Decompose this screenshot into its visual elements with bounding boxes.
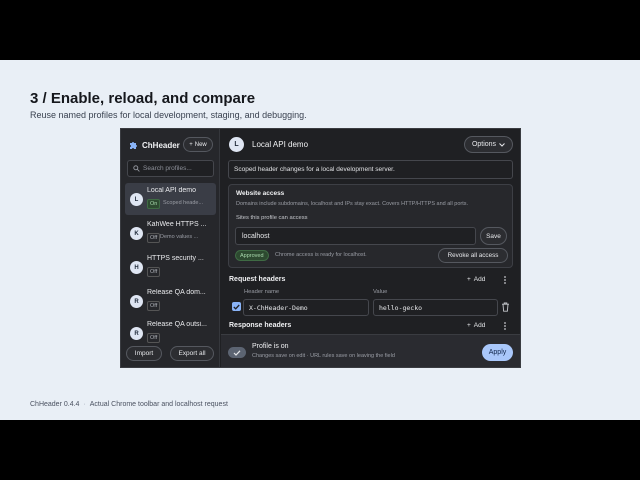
plus-icon: + [467,276,471,283]
letterbox-top [0,0,640,60]
host-input[interactable]: localhost [235,227,476,245]
profile-name: Local API demo [147,187,197,194]
export-all-button[interactable]: Export all [170,346,214,361]
description-field[interactable]: Scoped header changes for a local develo… [228,160,513,179]
profile-status-subtitle: Changes save on edit · URL rules save on… [252,353,395,359]
add-request-header-button[interactable]: + Add [467,276,485,283]
import-button[interactable]: Import [126,346,162,361]
brand: ChHeader [128,140,180,150]
profile-item-https-security[interactable]: H HTTPS security ... Off [125,251,216,283]
avatar: L [130,193,143,206]
letterbox-bottom [0,420,640,480]
website-access-panel: Website access Domains include subdomain… [228,184,513,268]
profile-description: Scoped heade... [163,200,204,206]
footer-version: ChHeader 0.4.4 [30,401,80,408]
approved-badge: Approved [235,250,269,261]
trash-icon[interactable] [501,302,510,312]
revoke-all-access-button[interactable]: Revoke all access [438,248,508,263]
extension-popup: ChHeader + New Search profiles... L Loca… [120,128,521,368]
slide: 3 / Enable, reload, and compare Reuse na… [0,60,640,420]
check-icon [233,304,240,310]
new-profile-button[interactable]: + New [183,137,213,152]
status-badge: On [147,199,161,209]
search-input[interactable]: Search profiles... [127,160,214,177]
save-button[interactable]: Save [480,227,507,245]
more-vert-icon[interactable] [502,321,508,331]
plus-icon: + [467,322,471,329]
status-badge: Off [147,301,161,311]
profile-name: Release QA dom... [147,289,206,296]
profile-item-release-qa-outside[interactable]: R Release QA outsi... Off [125,317,216,349]
slide-subtitle: Reuse named profiles for local developme… [30,110,307,120]
slide-title: 3 / Enable, reload, and compare [30,90,256,107]
request-headers-title: Request headers [229,276,286,283]
add-label: Add [473,276,486,283]
footer-caption: Actual Chrome toolbar and localhost requ… [89,401,228,408]
column-header-value: Value [373,289,388,295]
website-access-help: Domains include subdomains, localhost an… [236,201,469,207]
avatar: H [130,261,143,274]
header-name-input[interactable]: X-ChHeader-Demo [243,299,369,316]
status-footer: Profile is on Changes save on edit · URL… [221,334,520,367]
add-label: Add [473,322,486,329]
profile-editor: L Local API demo Options Scoped header c… [221,129,520,367]
more-vert-icon[interactable] [502,275,508,285]
apply-button[interactable]: Apply [482,344,513,361]
sites-label: Sites this profile can access [236,215,308,221]
sidebar: ChHeader + New Search profiles... L Loca… [121,129,220,367]
avatar: K [130,227,143,240]
options-label: Options [471,141,497,148]
status-badge: Off [147,233,161,243]
avatar: R [130,327,143,340]
brand-name: ChHeader [142,140,180,150]
search-icon [133,165,140,172]
header-value-input[interactable]: hello-gecko [373,299,498,316]
chevron-down-icon [499,142,505,147]
check-icon [233,349,241,356]
avatar: L [229,137,244,152]
add-response-header-button[interactable]: + Add [467,322,485,329]
options-button[interactable]: Options [464,136,513,153]
profile-name: KahWee HTTPS ... [147,221,207,228]
access-status-text: Chrome access is ready for localhost. [275,252,367,258]
slide-footer: ChHeader 0.4.4 · Actual Chrome toolbar and… [30,401,228,408]
profile-status-title: Profile is on [252,343,289,350]
response-headers-title: Response headers [229,322,292,329]
profile-name: Release QA outsi... [147,321,207,328]
profile-name: HTTPS security ... [147,255,204,262]
puzzle-icon [130,142,137,149]
header-enabled-checkbox[interactable] [232,302,241,311]
plus-icon: + [189,141,193,148]
column-header-name: Header name [244,289,280,295]
profile-title: Local API demo [252,140,309,149]
profile-item-kahwee-https[interactable]: K KahWee HTTPS ... Off Demo values ... [125,217,216,249]
search-placeholder: Search profiles... [143,165,192,172]
profile-description: Demo values ... [160,234,199,240]
status-badge: Off [147,267,161,277]
profile-toggle[interactable] [228,347,246,358]
new-profile-label: New [194,141,207,148]
website-access-title: Website access [236,190,285,197]
footer-separator: · [83,401,86,408]
status-badge: Off [147,333,161,343]
profile-item-local-api-demo[interactable]: L Local API demo On Scoped heade... [125,183,216,215]
profile-item-release-qa-domain[interactable]: R Release QA dom... Off [125,285,216,317]
avatar: R [130,295,143,308]
